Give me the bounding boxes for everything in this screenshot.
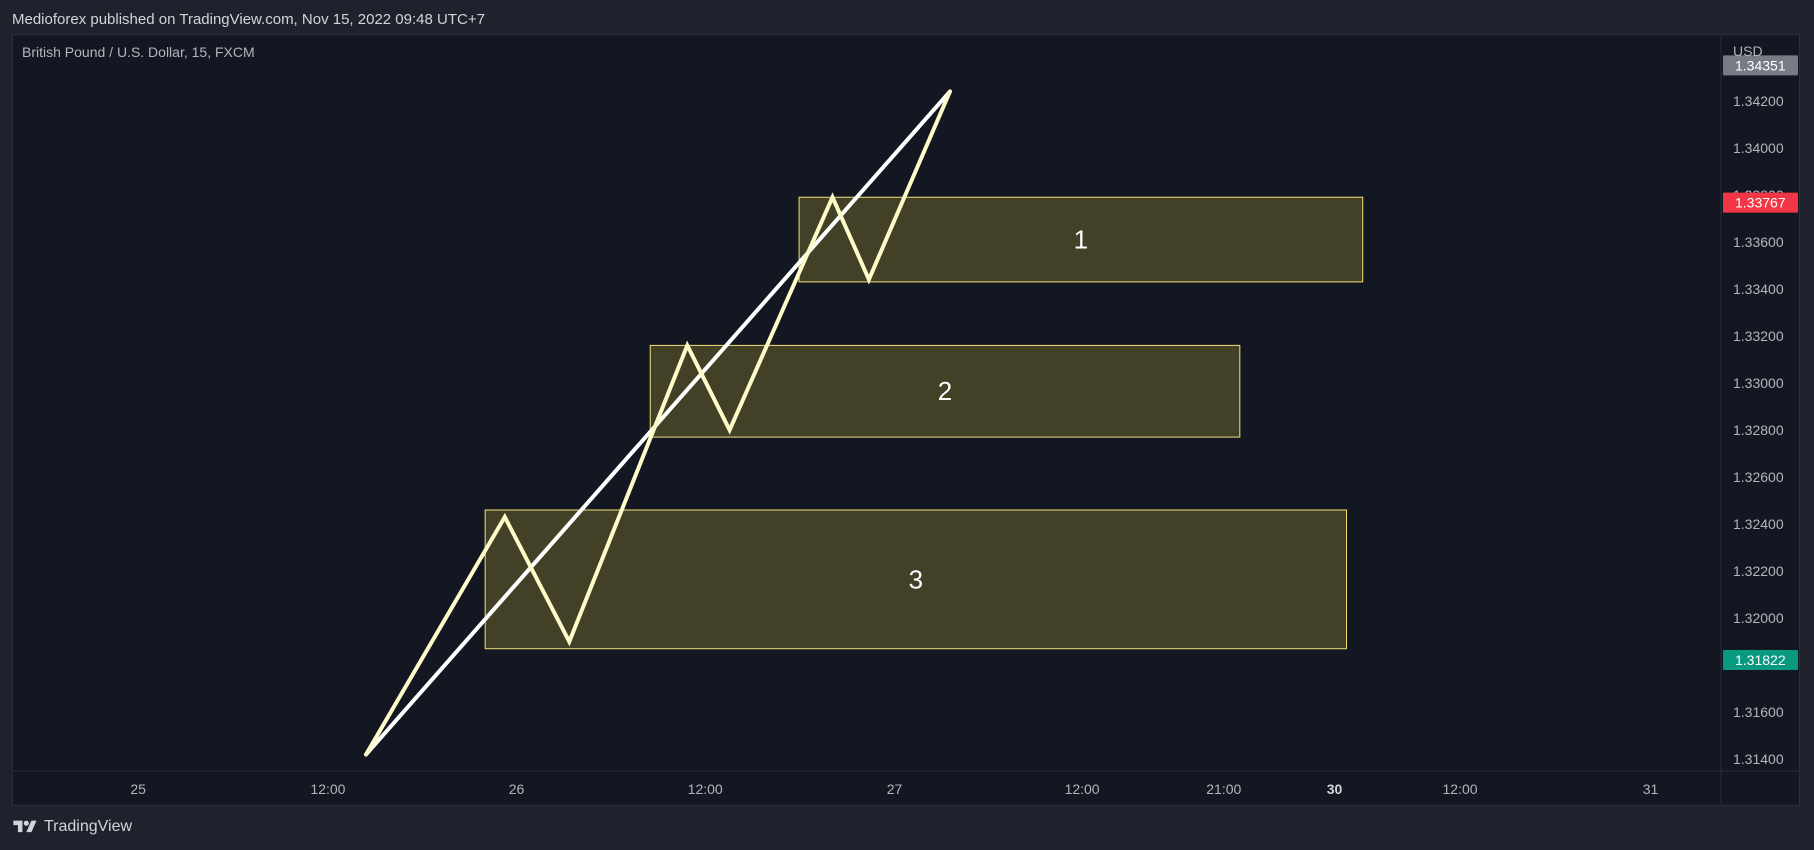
x-tick-label: 12:00 — [688, 781, 723, 797]
x-tick-label: 27 — [887, 781, 903, 797]
y-tick-label: 1.34200 — [1733, 93, 1784, 109]
y-tick-label: 1.31400 — [1733, 751, 1784, 767]
price-marker-label: 1.34351 — [1735, 57, 1786, 73]
tradingview-logo-icon — [13, 820, 37, 833]
x-tick-label: 12:00 — [310, 781, 345, 797]
currency-label: USD — [1733, 43, 1763, 59]
price-marker-label: 1.33767 — [1735, 195, 1786, 211]
y-tick-label: 1.32800 — [1733, 422, 1784, 438]
y-tick-label: 1.34000 — [1733, 140, 1784, 156]
x-tick-label: 25 — [130, 781, 146, 797]
x-tick-label: 30 — [1327, 781, 1343, 797]
y-tick-label: 1.32600 — [1733, 469, 1784, 485]
brand[interactable]: TradingView — [12, 818, 132, 836]
zone-label-1: 1 — [1074, 225, 1088, 255]
y-tick-label: 1.32000 — [1733, 610, 1784, 626]
chart-svg[interactable]: 1231.342001.340001.338001.336001.334001.… — [0, 0, 1814, 850]
symbol-title[interactable]: British Pound / U.S. Dollar, 15, FXCM — [22, 44, 255, 60]
y-tick-label: 1.33200 — [1733, 328, 1784, 344]
y-tick-label: 1.32200 — [1733, 563, 1784, 579]
y-tick-label: 1.32400 — [1733, 516, 1784, 532]
zone-label-3: 3 — [909, 564, 923, 594]
y-tick-label: 1.33400 — [1733, 281, 1784, 297]
x-tick-label: 26 — [509, 781, 525, 797]
y-tick-label: 1.33600 — [1733, 234, 1784, 250]
price-marker-label: 1.31822 — [1735, 652, 1786, 668]
y-tick-label: 1.31600 — [1733, 704, 1784, 720]
x-tick-label: 12:00 — [1065, 781, 1100, 797]
x-tick-label: 12:00 — [1443, 781, 1478, 797]
y-tick-label: 1.33000 — [1733, 375, 1784, 391]
x-tick-label: 21:00 — [1206, 781, 1241, 797]
x-tick-label: 31 — [1643, 781, 1659, 797]
brand-name: TradingView — [44, 818, 133, 835]
zone-label-2: 2 — [938, 376, 952, 406]
